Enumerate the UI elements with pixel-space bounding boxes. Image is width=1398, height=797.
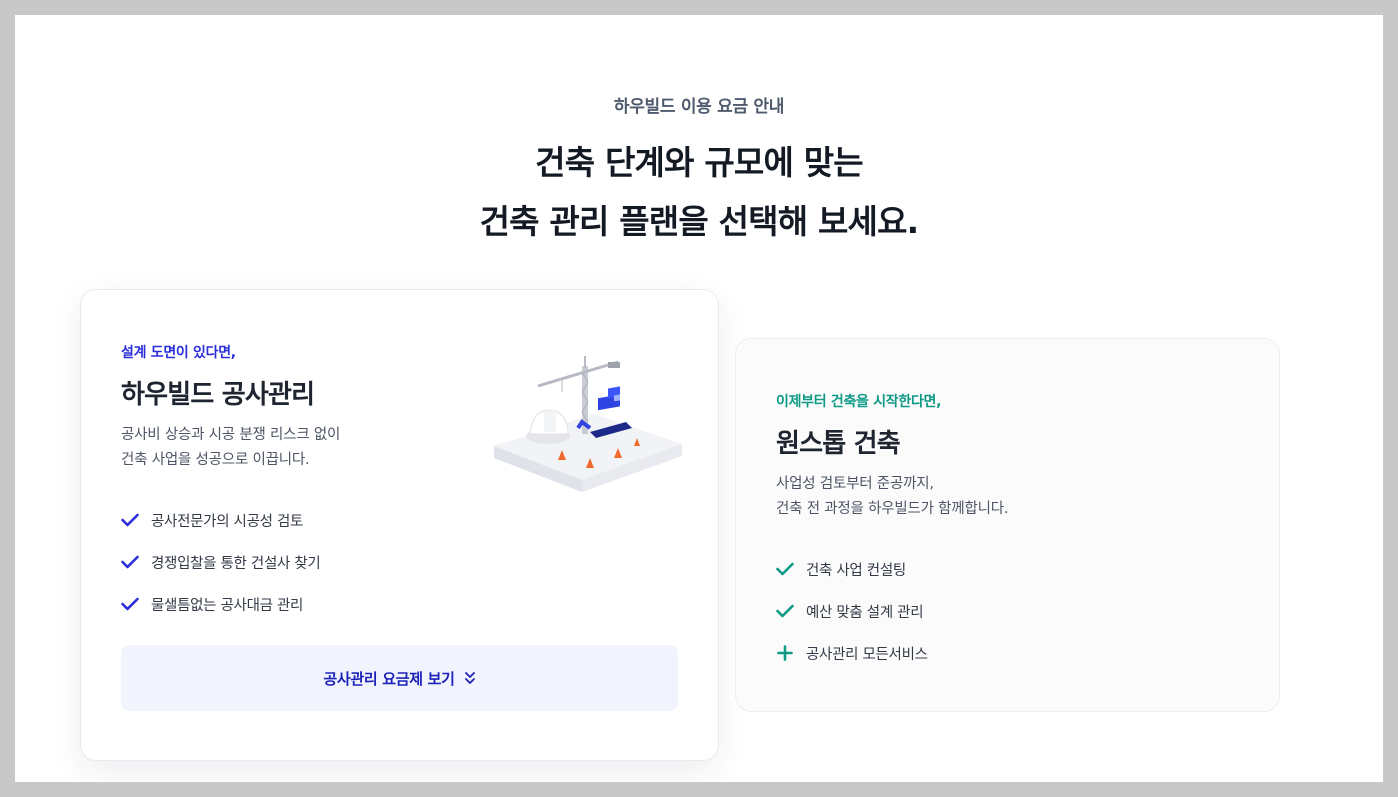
plus-icon [776, 644, 794, 662]
plan-description-line: 건축 전 과정을 하우빌드가 함께합니다. [776, 501, 1009, 517]
feature-label: 물샐틈없는 공사대금 관리 [151, 597, 304, 614]
cta-label: 공사관리 요금제 보기 [323, 669, 455, 688]
feature-list: 건축 사업 컨설팅 예산 맞춤 설계 관리 공사관리 모든서비스 [776, 548, 1216, 674]
page: 하우빌드 이용 요금 안내 건축 단계와 규모에 맞는 건축 관리 플랜을 선택… [15, 15, 1383, 782]
feature-item: 공사관리 모든서비스 [776, 632, 1216, 674]
plan-description: 공사비 상승과 시공 분쟁 리스크 없이 건축 사업을 성공으로 이끕니다. [121, 423, 461, 473]
feature-label: 경쟁입찰을 통한 건설사 찾기 [151, 555, 321, 572]
plan-description: 사업성 검토부터 준공까지, 건축 전 과정을 하우빌드가 함께합니다. [776, 472, 1216, 522]
check-icon [776, 602, 794, 620]
feature-label: 공사전문가의 시공성 검토 [151, 513, 304, 530]
construction-site-illustration [486, 352, 686, 512]
page-title-line-1: 건축 단계와 규모에 맞는 [535, 143, 863, 182]
plan-card-onestop: 이제부터 건축을 시작한다면, 원스톱 건축 사업성 검토부터 준공까지, 건축… [735, 338, 1280, 712]
feature-label: 공사관리 모든서비스 [806, 646, 928, 663]
view-construction-pricing-button[interactable]: 공사관리 요금제 보기 [121, 645, 678, 711]
plan-description-line: 사업성 검토부터 준공까지, [776, 476, 934, 492]
feature-item: 공사전문가의 시공성 검토 [121, 499, 461, 541]
scrollbar[interactable] [1383, 15, 1398, 782]
check-icon [121, 511, 139, 529]
plan-description-line: 건축 사업을 성공으로 이끕니다. [121, 452, 310, 468]
page-title: 건축 단계와 규모에 맞는 건축 관리 플랜을 선택해 보세요. [15, 133, 1383, 251]
feature-item: 예산 맞춤 설계 관리 [776, 590, 1216, 632]
feature-list: 공사전문가의 시공성 검토 경쟁입찰을 통한 건설사 찾기 물샐틈없는 공사대금… [121, 499, 461, 625]
feature-item: 건축 사업 컨설팅 [776, 548, 1216, 590]
feature-label: 예산 맞춤 설계 관리 [806, 604, 924, 621]
check-icon [121, 595, 139, 613]
feature-item: 물샐틈없는 공사대금 관리 [121, 583, 461, 625]
double-chevron-down-icon [464, 671, 476, 685]
check-icon [776, 560, 794, 578]
plan-kicker: 이제부터 건축을 시작한다면, [776, 394, 942, 410]
plan-card-construction: 설계 도면이 있다면, 하우빌드 공사관리 공사비 상승과 시공 분쟁 리스크 … [80, 289, 719, 761]
plan-title: 원스톱 건축 [776, 429, 901, 459]
plan-description-line: 공사비 상승과 시공 분쟁 리스크 없이 [121, 427, 341, 443]
plan-title: 하우빌드 공사관리 [121, 380, 315, 410]
section-eyebrow: 하우빌드 이용 요금 안내 [613, 97, 785, 117]
page-title-line-2: 건축 관리 플랜을 선택해 보세요. [479, 202, 920, 241]
plan-kicker: 설계 도면이 있다면, [121, 345, 236, 361]
feature-item: 경쟁입찰을 통한 건설사 찾기 [121, 541, 461, 583]
feature-label: 건축 사업 컨설팅 [806, 562, 906, 579]
check-icon [121, 553, 139, 571]
